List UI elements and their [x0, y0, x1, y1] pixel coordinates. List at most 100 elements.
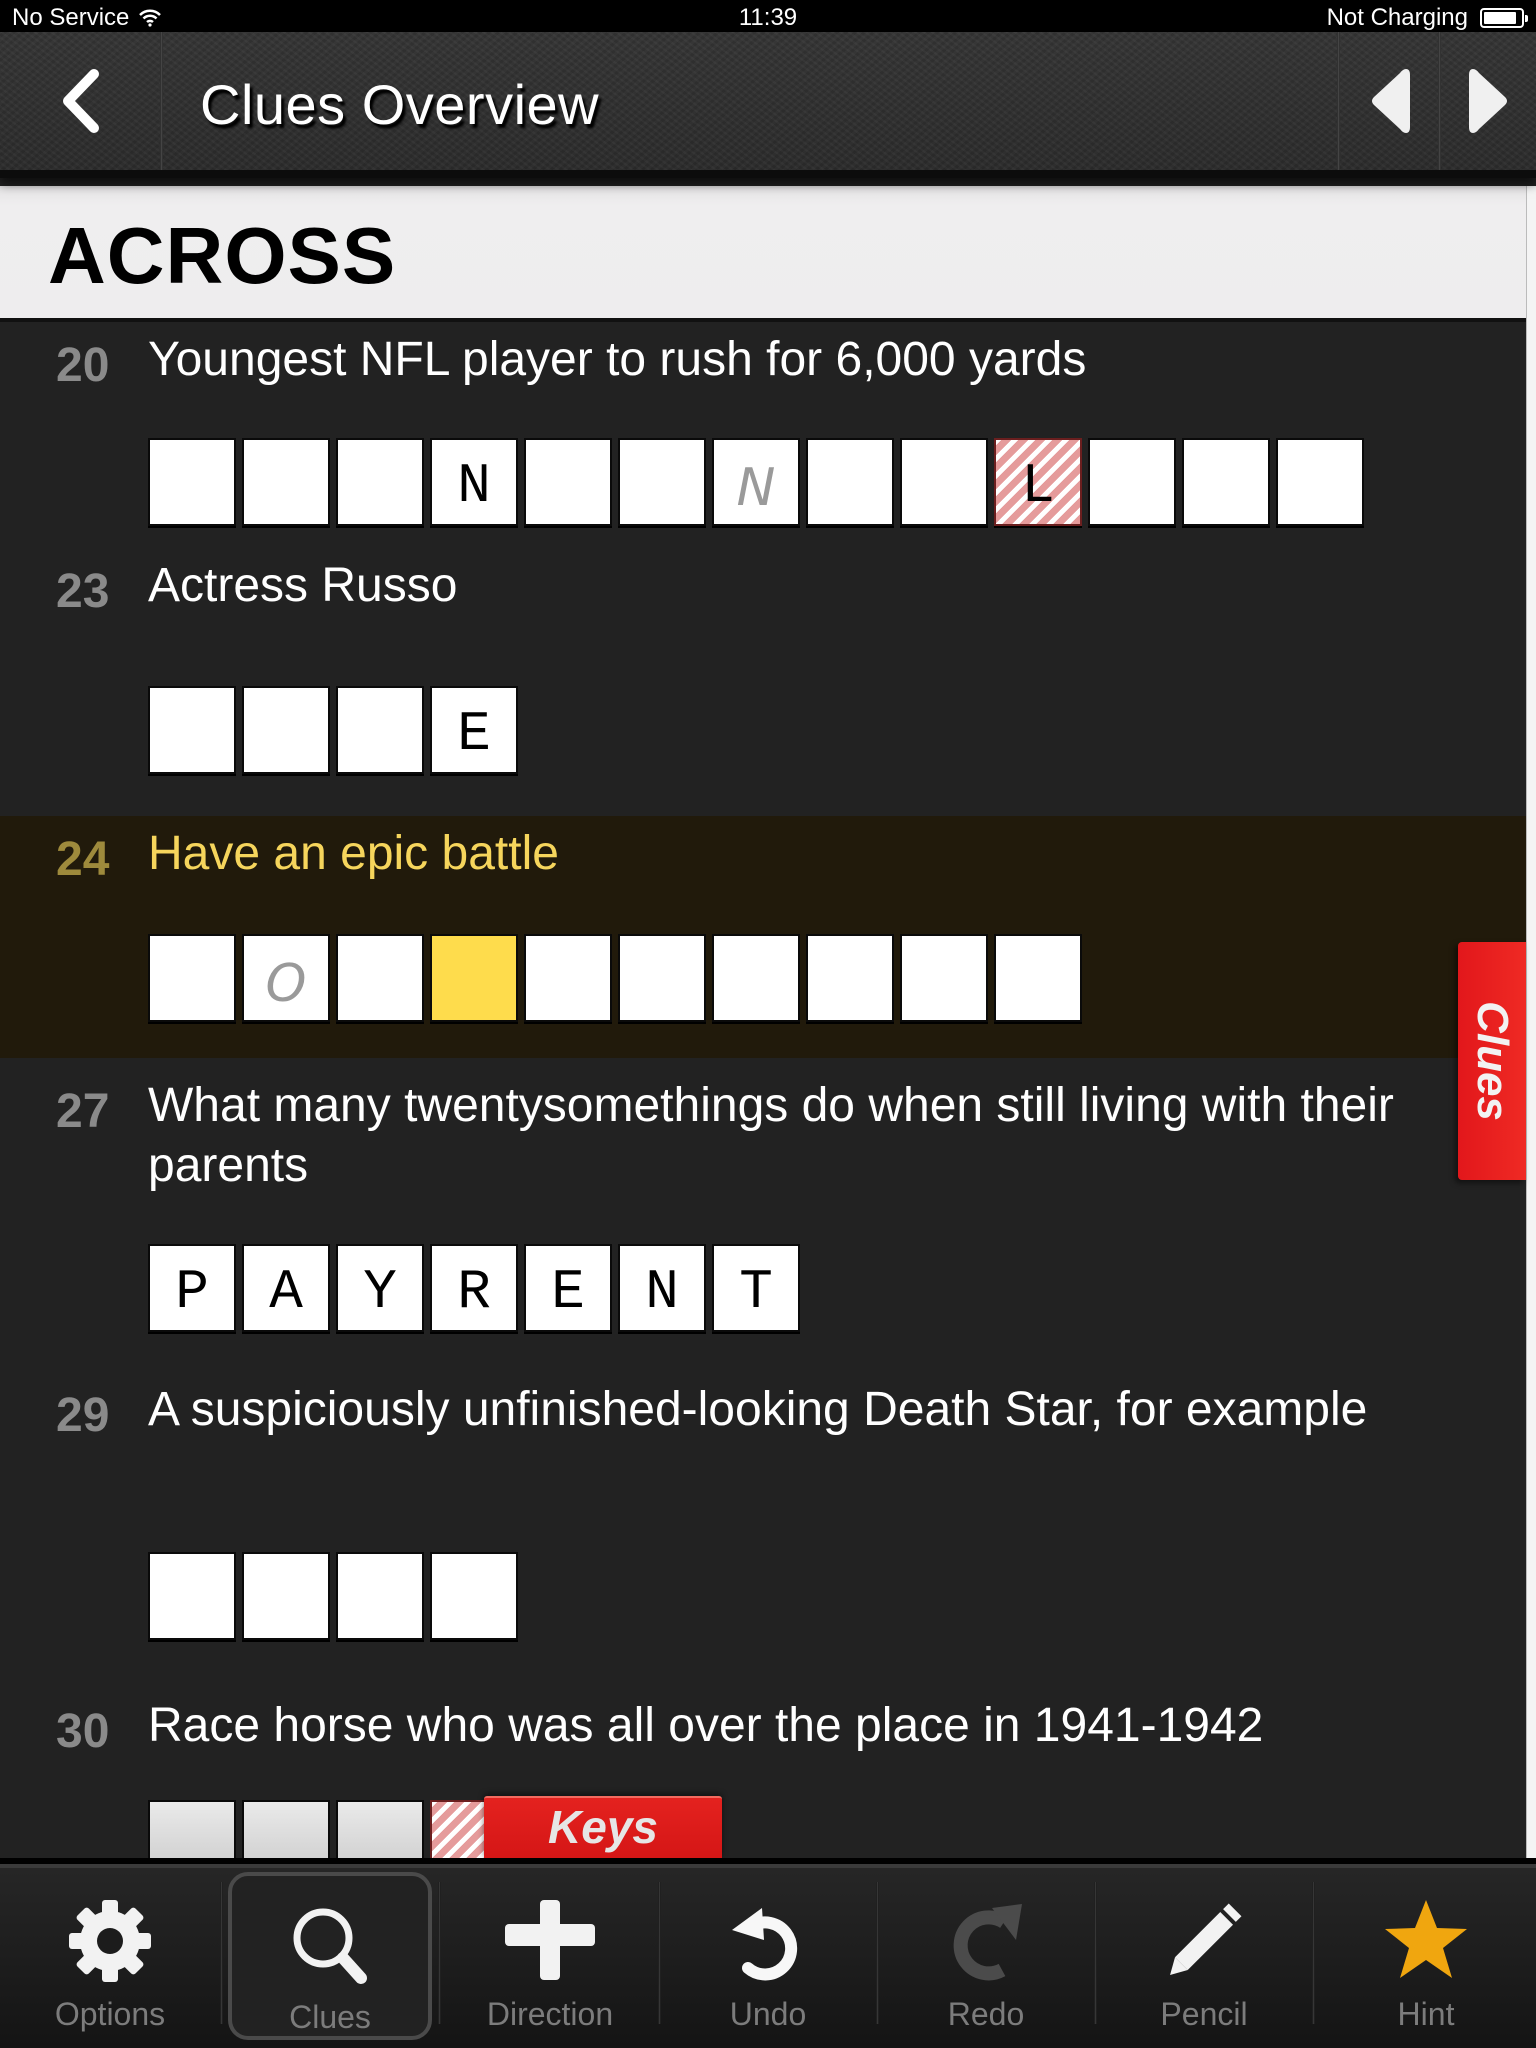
answer-cell-filled[interactable]: P — [148, 1244, 236, 1332]
answer-cell-empty[interactable] — [430, 1552, 518, 1640]
battery-icon — [1480, 8, 1528, 28]
triangle-left-icon — [1371, 69, 1410, 133]
answer-cell-empty[interactable] — [900, 438, 988, 526]
toolbar-clues-button[interactable]: Clues — [228, 1872, 432, 2040]
clue-row[interactable]: 27 What many twentysomethings do when sti… — [0, 1058, 1526, 1332]
toolbar-divider — [438, 1882, 441, 2024]
toolbar-label: Redo — [947, 1996, 1025, 2032]
answer-cell-empty[interactable] — [336, 934, 424, 1022]
answer-cell-empty[interactable] — [148, 1800, 236, 1858]
page-title: Clues Overview — [200, 73, 600, 136]
answer-cell-empty[interactable] — [242, 438, 330, 526]
answer-cell-empty[interactable] — [994, 934, 1082, 1022]
toolbar-pencil-button[interactable]: Pencil — [1096, 1872, 1312, 2040]
answer-cell-empty[interactable] — [900, 934, 988, 1022]
answer-cell-empty[interactable] — [1182, 438, 1270, 526]
answer-cell-filled[interactable]: A — [242, 1244, 330, 1332]
toolbar-label: Direction — [486, 1996, 614, 2032]
answer-cell-empty[interactable] — [1088, 438, 1176, 526]
carrier-label: No Service — [12, 4, 130, 31]
answer-cell-empty[interactable] — [524, 438, 612, 526]
answer-cell-empty[interactable] — [806, 934, 894, 1022]
clue-number: 30 — [56, 1705, 110, 1758]
answer-cell-empty[interactable] — [148, 1552, 236, 1640]
answer-cell-empty[interactable] — [242, 1800, 330, 1858]
navigation-header: Clues Overview — [0, 32, 1536, 178]
keys-tab-label: Keys — [548, 1801, 658, 1853]
answer-cell-empty[interactable] — [242, 1552, 330, 1640]
clue-text: Race horse who was all over the place in… — [148, 1699, 1264, 1752]
plus-icon — [500, 1886, 600, 1996]
header-divider — [1337, 32, 1340, 170]
toolbar-options-button[interactable]: Options — [0, 1872, 220, 2040]
previous-clue-button[interactable] — [1341, 32, 1438, 170]
keys-tab[interactable]: Keys — [484, 1796, 722, 1858]
battery-fill — [1484, 12, 1517, 24]
clue-row[interactable]: 29 A suspiciously unfinished-looking Deat… — [0, 1364, 1526, 1640]
answer-cell-filled[interactable]: R — [430, 1244, 518, 1332]
answer-cell-empty[interactable] — [524, 934, 612, 1022]
redo-icon — [946, 1886, 1026, 1996]
toolbar-label: Pencil — [1160, 1996, 1248, 2032]
answer-cell-empty[interactable] — [242, 686, 330, 774]
header-divider — [160, 32, 163, 170]
answer-cell-empty[interactable] — [336, 1800, 424, 1858]
next-clue-button[interactable] — [1441, 32, 1536, 170]
answer-cell-empty[interactable] — [148, 438, 236, 526]
triangle-right-icon — [1468, 69, 1507, 133]
clue-number: 24 — [56, 833, 110, 886]
answer-cell-filled[interactable]: E — [524, 1244, 612, 1332]
answer-cell-filled[interactable]: E — [430, 686, 518, 774]
answer-cell-empty[interactable] — [336, 438, 424, 526]
answer-cell-empty[interactable] — [148, 934, 236, 1022]
answer-cell-empty[interactable] — [712, 934, 800, 1022]
back-button[interactable] — [0, 32, 162, 170]
clue-row[interactable]: 20 Youngest NFL player to rush for 6,000 … — [0, 322, 1526, 582]
pencil-icon — [1154, 1886, 1254, 1996]
clue-number: 27 — [56, 1085, 110, 1138]
charging-status: Not Charging — [1326, 4, 1468, 31]
answer-cell-current[interactable] — [430, 934, 518, 1022]
answer-cell-filled[interactable]: N — [618, 1244, 706, 1332]
answer-cells: E — [148, 686, 518, 774]
status-right: Not Charging — [1327, 4, 1528, 32]
answer-cell-empty[interactable] — [148, 686, 236, 774]
toolbar-label: Clues — [289, 1999, 371, 2035]
answer-cell-empty[interactable] — [336, 686, 424, 774]
toolbar-hint-button[interactable]: Hint — [1316, 1872, 1536, 2040]
answer-cell-pencil[interactable]: N — [712, 438, 800, 526]
toolbar-undo-button[interactable]: Undo — [660, 1872, 876, 2040]
answer-cells: PAYRENT — [148, 1244, 800, 1332]
answer-cell-revealed[interactable]: L — [994, 438, 1082, 526]
chevron-left-icon — [63, 69, 99, 133]
answer-cell-pencil[interactable]: O — [242, 934, 330, 1022]
section-title: ACROSS — [48, 211, 397, 300]
answer-cell-empty[interactable] — [618, 438, 706, 526]
answer-cell-filled[interactable]: N — [430, 438, 518, 526]
clue-text: What many twentysomethings do when still… — [148, 1079, 1394, 1192]
clue-row[interactable]: 30 Race horse who was all over the place … — [0, 1672, 1526, 1858]
scrollbar[interactable] — [1526, 186, 1536, 1858]
clue-row[interactable]: 23 Actress Russo E — [0, 552, 1526, 812]
toolbar-redo-button[interactable]: Redo — [878, 1872, 1094, 2040]
status-time: 11:39 — [738, 4, 798, 31]
status-left: No Service — [12, 4, 162, 32]
answer-cell-filled[interactable]: Y — [336, 1244, 424, 1332]
answer-cell-empty[interactable] — [806, 438, 894, 526]
answer-cell-empty[interactable] — [336, 1552, 424, 1640]
clue-text: Actress Russo — [148, 559, 458, 612]
answer-cells — [148, 1800, 518, 1858]
answer-cell-empty[interactable] — [1276, 438, 1364, 526]
answer-cell-filled[interactable]: T — [712, 1244, 800, 1332]
clue-list[interactable]: 20 Youngest NFL player to rush for 6,000 … — [0, 322, 1526, 1858]
search-icon — [285, 1890, 375, 1999]
section-header-across: ACROSS — [0, 186, 1526, 322]
toolbar-direction-button[interactable]: Direction — [442, 1872, 658, 2040]
toolbar-divider — [1312, 1882, 1315, 2024]
clue-row[interactable]: 24 Have an epic battle O — [0, 816, 1526, 1058]
answer-cell-empty[interactable] — [618, 934, 706, 1022]
toolbar-divider — [220, 1882, 223, 2024]
undo-icon — [728, 1886, 808, 1996]
star-icon — [1381, 1886, 1471, 1996]
clues-side-tab[interactable]: Clues — [1458, 942, 1526, 1180]
